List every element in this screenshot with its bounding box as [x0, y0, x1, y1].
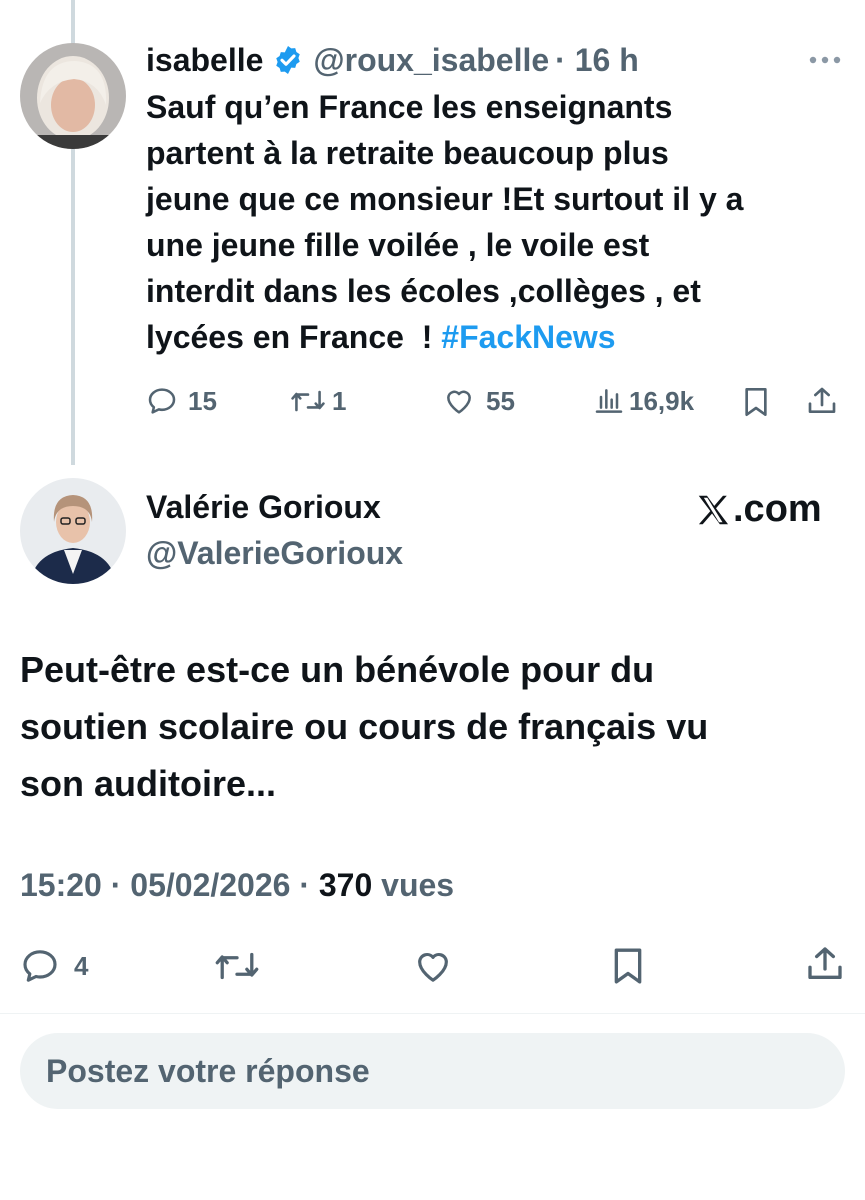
- repost-icon: [215, 952, 259, 980]
- more-icon[interactable]: [807, 48, 843, 72]
- reply-button[interactable]: 4: [20, 946, 88, 986]
- share-icon[interactable]: [806, 385, 838, 422]
- views-icon: [595, 389, 623, 413]
- repost-button[interactable]: [214, 946, 260, 991]
- reply-placeholder: Postez votre réponse: [46, 1052, 370, 1089]
- like-icon: [447, 390, 471, 414]
- tweet-time[interactable]: · 16 h: [555, 42, 639, 79]
- like-button[interactable]: 55: [442, 385, 515, 417]
- repost-button[interactable]: 1: [290, 385, 346, 417]
- reply-tweet-text: Sauf qu’en France les enseignants parten…: [146, 84, 846, 360]
- reply-icon: [23, 950, 57, 982]
- divider: [0, 1013, 865, 1014]
- reply-count: 15: [188, 385, 217, 416]
- reply-button[interactable]: 15: [146, 385, 217, 417]
- text-line: lycées en France ! #FackNews: [146, 314, 846, 360]
- tweet-meta: 15:20 · 05/02/2026 · 370 vues: [20, 867, 454, 904]
- share-icon: [808, 947, 842, 979]
- reply-tweet-header: isabelle @roux_isabelle · 16 h: [146, 40, 639, 80]
- text-line: partent à la retraite beaucoup plus: [146, 135, 669, 171]
- like-count: 55: [486, 385, 515, 416]
- main-tweet-text: Peut-être est-ce un bénévole pour du sou…: [20, 641, 850, 812]
- author-handle[interactable]: @ValerieGorioux: [146, 535, 403, 572]
- separator: ·: [101, 867, 131, 903]
- x-logo-icon: [698, 495, 729, 524]
- repost-count: 1: [332, 385, 347, 416]
- like-button[interactable]: [412, 946, 454, 991]
- reply-input[interactable]: Postez votre réponse: [20, 1033, 845, 1109]
- like-icon: [418, 952, 448, 982]
- views-label: vues: [372, 867, 455, 903]
- x-com-link[interactable]: .com: [693, 488, 822, 531]
- author-name[interactable]: Valérie Gorioux: [146, 489, 381, 526]
- isabelle-avatar[interactable]: [20, 43, 126, 149]
- text-line: interdit dans les écoles ,collèges , et: [146, 273, 701, 309]
- text-line: jeune que ce monsieur !Et surtout il y a: [146, 181, 744, 217]
- hashtag-link[interactable]: #FackNews: [441, 319, 615, 355]
- text-line: une jeune fille voilée , le voile est: [146, 227, 650, 263]
- views-button[interactable]: 16,9k: [593, 385, 694, 417]
- text-line: soutien scolaire ou cours de français vu: [20, 706, 709, 747]
- text-line-part: lycées en France !: [146, 319, 442, 355]
- text-line: son auditoire...: [20, 763, 277, 804]
- tweet-date[interactable]: 05/02/2026: [130, 867, 290, 903]
- reply-count: 4: [74, 950, 89, 981]
- author-name[interactable]: isabelle: [146, 42, 263, 79]
- repost-icon: [291, 390, 325, 412]
- share-button[interactable]: [805, 944, 845, 989]
- views-count: 16,9k: [629, 385, 695, 416]
- site-label: .com: [733, 488, 822, 530]
- valerie-avatar[interactable]: [20, 478, 126, 584]
- bookmark-icon[interactable]: [742, 386, 770, 423]
- bookmark-button[interactable]: [611, 946, 645, 991]
- verified-badge-icon: [272, 44, 304, 76]
- author-handle[interactable]: @roux_isabelle: [313, 42, 549, 79]
- tweet-time[interactable]: 15:20: [20, 867, 102, 903]
- text-line: Peut-être est-ce un bénévole pour du: [20, 649, 655, 690]
- views-count: 370: [318, 867, 373, 903]
- text-line: Sauf qu’en France les enseignants: [146, 89, 673, 125]
- isabelle-avatar-image: [20, 43, 126, 149]
- valerie-avatar-image: [20, 478, 126, 584]
- reply-icon: [148, 388, 176, 414]
- separator: ·: [290, 867, 319, 903]
- bookmark-icon: [614, 948, 642, 984]
